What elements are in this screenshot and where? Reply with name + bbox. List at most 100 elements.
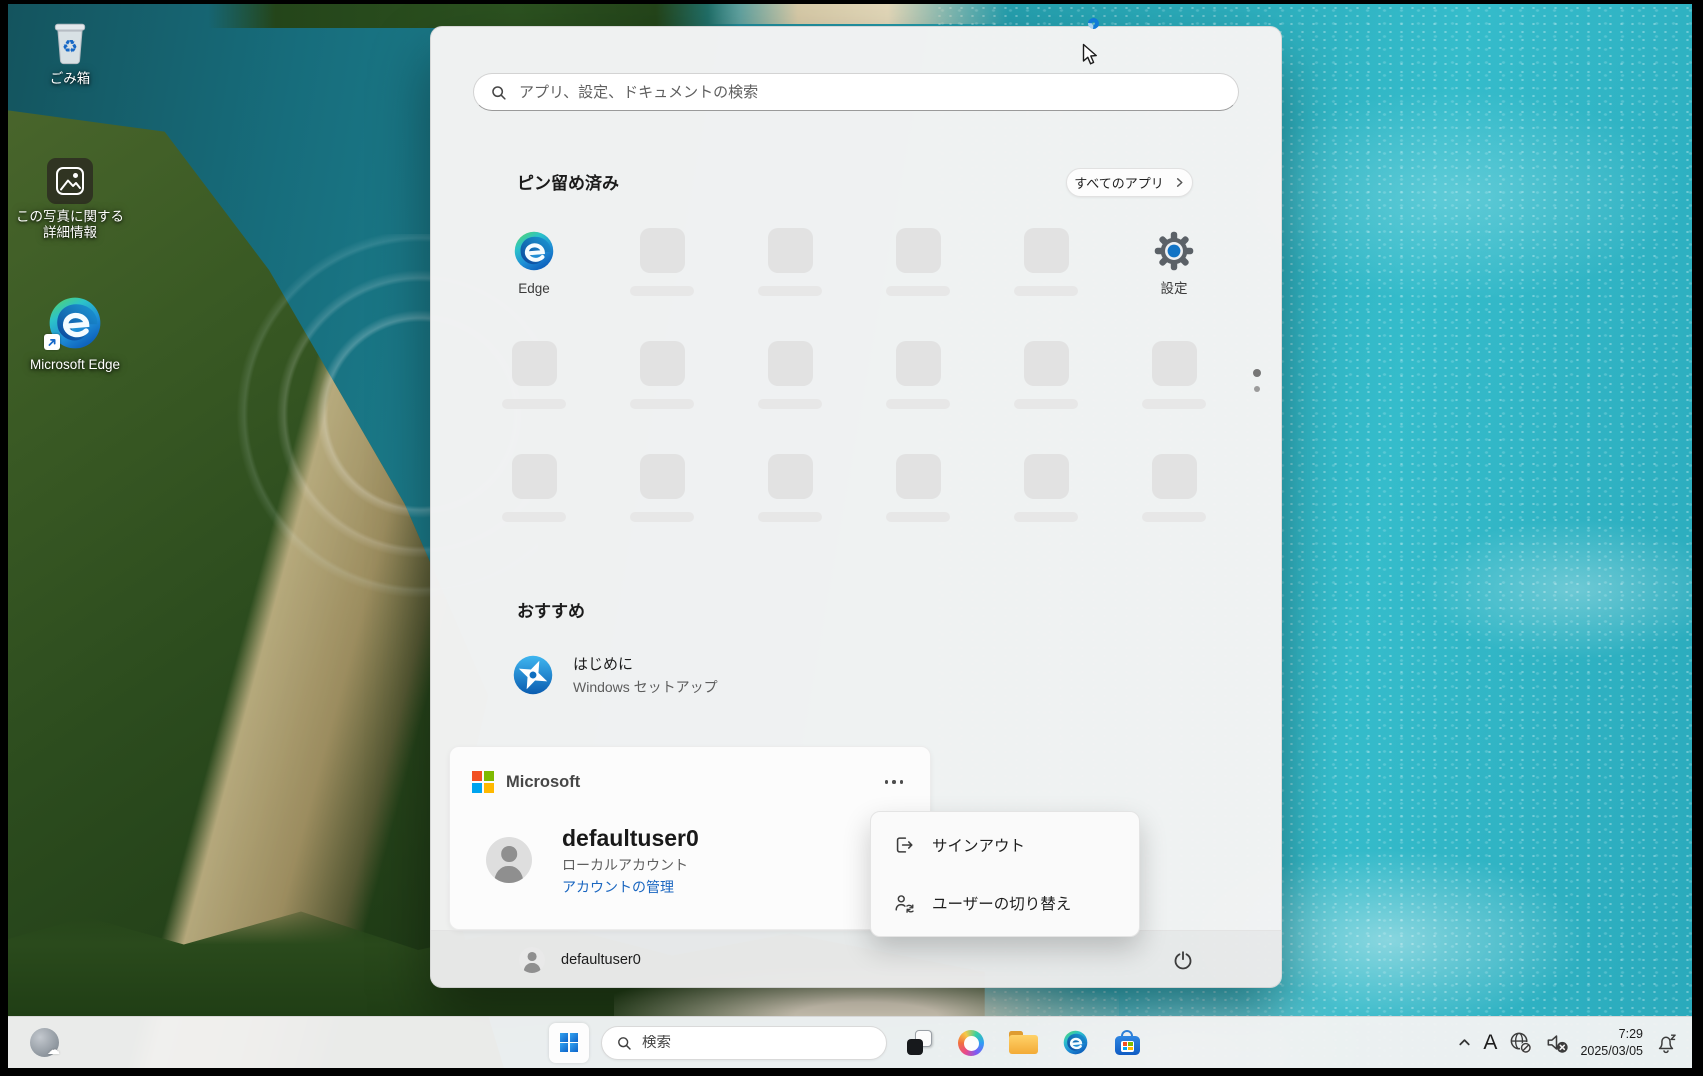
pinned-section-title: ピン留め済み	[517, 174, 619, 193]
account-card-more-button[interactable]	[873, 769, 915, 795]
placeholder-tile-icon	[767, 228, 813, 273]
pinned-page-dots[interactable]	[1253, 369, 1261, 392]
start-menu-footer: defaultuser0	[431, 930, 1281, 988]
placeholder-label	[1014, 399, 1078, 409]
placeholder-label	[630, 399, 694, 409]
folder-icon	[1008, 1031, 1038, 1054]
chevron-right-icon	[1174, 177, 1185, 188]
placeholder-label	[758, 286, 822, 296]
tray-clock[interactable]: 7:29 2025/03/05	[1580, 1026, 1643, 1060]
photo-info-icon	[47, 158, 93, 204]
placeholder-label	[1142, 399, 1206, 409]
manage-account-link[interactable]: アカウントの管理	[562, 878, 674, 896]
placeholder-tile-icon	[511, 454, 557, 499]
start-button[interactable]	[549, 1022, 589, 1063]
task-view-icon	[906, 1030, 932, 1055]
account-user-name: defaultuser0	[562, 825, 699, 851]
pinned-app-settings[interactable]: 設定	[1110, 219, 1238, 332]
windows-logo-icon	[559, 1033, 579, 1052]
switch-user-icon	[893, 892, 915, 914]
placeholder-label	[630, 512, 694, 522]
account-avatar	[486, 837, 532, 883]
store-icon	[1114, 1030, 1140, 1055]
menu-item-label: サインアウト	[932, 838, 1026, 855]
desktop-icon-edge[interactable]: Microsoft Edge	[15, 294, 135, 373]
taskbar-search-box[interactable]	[601, 1025, 887, 1060]
weather-widget-icon[interactable]: ☁	[30, 1028, 60, 1058]
placeholder-tile-icon	[767, 454, 813, 499]
notification-bell-icon[interactable]	[1654, 1031, 1678, 1055]
pinned-app-placeholder	[854, 219, 982, 332]
pinned-app-placeholder	[598, 445, 726, 558]
pinned-app-placeholder	[854, 332, 982, 445]
copilot-button[interactable]	[951, 1023, 991, 1063]
placeholder-tile-icon	[1023, 341, 1069, 386]
menu-item-label: ユーザーの切り替え	[932, 896, 1072, 913]
placeholder-tile-icon	[639, 228, 685, 273]
wallpaper-trees	[208, 4, 768, 28]
recommended-section-title: おすすめ	[517, 602, 585, 621]
placeholder-tile-icon	[895, 454, 941, 499]
page-dot-inactive[interactable]	[1254, 386, 1260, 392]
task-view-button[interactable]	[899, 1023, 939, 1063]
recommended-item-subtitle: Windows セットアップ	[573, 678, 718, 695]
power-icon	[1172, 949, 1194, 971]
settings-gear-icon	[1152, 228, 1196, 273]
power-button[interactable]	[1161, 938, 1205, 982]
microsoft-store-button[interactable]	[1107, 1023, 1147, 1063]
pinned-app-placeholder	[598, 219, 726, 332]
desktop-icon-recycle-bin[interactable]: ごみ箱	[15, 18, 125, 87]
placeholder-label	[502, 512, 566, 522]
placeholder-label	[1014, 286, 1078, 296]
pinned-app-placeholder	[726, 219, 854, 332]
edge-icon	[44, 294, 104, 352]
menu-item-switch-user[interactable]: ユーザーの切り替え	[871, 874, 1139, 932]
start-search-box[interactable]	[473, 73, 1239, 111]
account-card-brand: Microsoft	[506, 773, 581, 791]
account-type-label: ローカルアカウント	[562, 857, 688, 873]
tray-date: 2025/03/05	[1580, 1043, 1643, 1058]
placeholder-tile-icon	[639, 454, 685, 499]
pinned-app-placeholder	[982, 332, 1110, 445]
footer-user-button[interactable]: defaultuser0	[519, 931, 641, 988]
placeholder-label	[1142, 512, 1206, 522]
pinned-app-label: 設定	[1160, 281, 1188, 296]
wallpaper-sand-top	[708, 4, 1008, 24]
placeholder-tile-icon	[639, 341, 685, 386]
placeholder-label	[886, 286, 950, 296]
volume-muted-icon[interactable]	[1544, 1030, 1569, 1055]
placeholder-tile-icon	[1151, 341, 1197, 386]
edge-icon	[512, 228, 556, 273]
desktop-icon-label: ごみ箱	[49, 71, 91, 86]
file-explorer-button[interactable]	[1003, 1023, 1043, 1063]
menu-item-sign-out[interactable]: サインアウト	[871, 816, 1139, 874]
placeholder-label	[1014, 512, 1078, 522]
pinned-app-edge[interactable]: Edge	[470, 219, 598, 332]
page-dot-active[interactable]	[1253, 369, 1261, 377]
account-context-menu: サインアウト ユーザーの切り替え	[870, 811, 1140, 937]
pinned-app-placeholder	[982, 445, 1110, 558]
get-started-icon	[511, 653, 555, 697]
placeholder-label	[758, 399, 822, 409]
edge-taskbar-button[interactable]	[1055, 1023, 1095, 1063]
placeholder-tile-icon	[1023, 454, 1069, 499]
desktop-icon-photo-info[interactable]: この写真に関する詳細情報	[15, 158, 125, 241]
recycle-bin-icon	[48, 18, 92, 66]
placeholder-label	[886, 512, 950, 522]
placeholder-tile-icon	[895, 341, 941, 386]
copilot-icon	[958, 1029, 984, 1056]
footer-avatar	[519, 946, 545, 973]
network-globe-offline-icon[interactable]	[1508, 1030, 1533, 1055]
start-menu: ピン留め済み すべてのアプリ Edge 設定 おすすめ	[430, 26, 1282, 988]
ime-mode-indicator[interactable]: A	[1483, 1032, 1497, 1053]
taskbar-search-input[interactable]	[642, 1034, 872, 1051]
pinned-app-placeholder	[1110, 445, 1238, 558]
recommended-item-get-started[interactable]: はじめに Windows セットアップ	[511, 653, 718, 697]
placeholder-tile-icon	[511, 341, 557, 386]
placeholder-label	[502, 399, 566, 409]
recommended-item-title: はじめに	[573, 655, 634, 673]
tray-time: 7:29	[1618, 1026, 1643, 1041]
all-apps-button[interactable]: すべてのアプリ	[1066, 168, 1193, 197]
tray-chevron-up-icon[interactable]	[1457, 1035, 1472, 1050]
start-search-input[interactable]	[519, 83, 1222, 101]
